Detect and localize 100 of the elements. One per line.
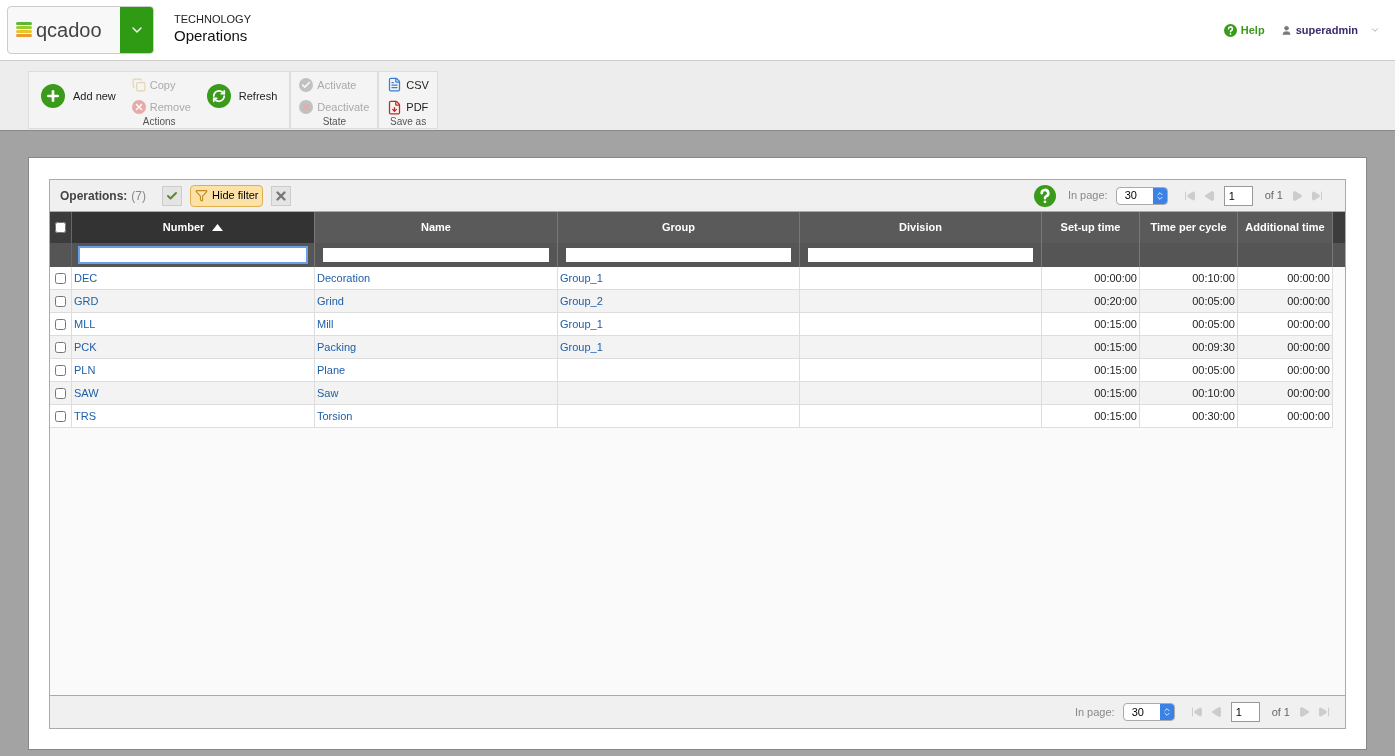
pdf-icon (387, 99, 403, 115)
cell-link[interactable]: Saw (317, 384, 339, 402)
row-checkbox[interactable] (55, 318, 66, 330)
logo-icon (16, 21, 32, 39)
column-header[interactable]: Division (800, 212, 1042, 243)
table-row[interactable]: SAW Saw 00:15:00 00:10:00 00:00:00 (50, 382, 1333, 405)
remove-icon (131, 100, 146, 115)
cell-link[interactable]: Grind (317, 292, 344, 310)
last-page-icon[interactable] (1318, 706, 1330, 718)
clear-button[interactable] (271, 185, 292, 206)
row-count: (7) (131, 187, 146, 205)
filter-field[interactable] (323, 248, 549, 262)
cell-link[interactable]: TRS (74, 407, 96, 425)
table-row[interactable]: PCK Packing Group_1 00:15:00 00:09:30 00:00:00 (50, 336, 1333, 359)
table-row[interactable]: MLL Mill Group_1 00:15:00 00:05:00 00:00:00 (50, 313, 1333, 336)
page-field[interactable]: 1 (1223, 185, 1253, 206)
table-cell-text: 00:15:00 (1094, 362, 1137, 378)
filter-field[interactable] (566, 248, 791, 262)
table-cell-text: 00:30:00 (1192, 408, 1235, 424)
last-page-icon[interactable] (1311, 189, 1323, 202)
table-cell-text: 00:00:00 (1094, 270, 1137, 286)
row-checkbox[interactable] (55, 364, 66, 376)
column-header[interactable]: Time per cycle (1140, 212, 1238, 243)
per-page-select[interactable]: 30 (1122, 703, 1175, 721)
first-page-icon[interactable] (1183, 189, 1196, 202)
cell-link[interactable]: PCK (74, 338, 97, 356)
table-cell-text: 00:00:00 (1287, 339, 1330, 355)
help-icon[interactable] (1223, 23, 1237, 37)
row-checkbox[interactable] (55, 387, 66, 399)
table-cell-text: 00:05:00 (1192, 316, 1235, 332)
group-label: Actions (142, 116, 176, 128)
table-row[interactable]: TRS Torsion 00:15:00 00:30:00 00:00:00 (50, 405, 1333, 428)
row-checkbox[interactable] (55, 272, 66, 284)
cell-link[interactable]: Decoration (317, 269, 371, 287)
next-page-icon[interactable] (1298, 706, 1310, 718)
next-page-icon[interactable] (1291, 189, 1303, 202)
row-checkbox[interactable] (55, 341, 66, 353)
toolbar-button[interactable]: Add new (37, 84, 120, 108)
copy-icon (131, 77, 146, 92)
table-row[interactable]: GRD Grind Group_2 00:20:00 00:05:00 00:00:00 (50, 290, 1333, 313)
table-cell-text: 00:00:00 (1287, 362, 1330, 378)
help-link[interactable]: Help (1223, 21, 1265, 39)
table-cell-text: 00:00:00 (1287, 316, 1330, 332)
filter-field[interactable] (80, 248, 306, 262)
toolbar-button[interactable]: PDF (387, 99, 429, 116)
deactivate-icon (299, 100, 314, 115)
cell-link[interactable]: DEC (74, 269, 98, 287)
page-count: of 1 (1264, 188, 1283, 204)
cell-link[interactable]: Packing (317, 338, 357, 356)
select-all-checkbox[interactable] (55, 222, 66, 233)
table-row[interactable]: DEC Decoration Group_1 00:00:00 00:10:00 00:00:00 (50, 267, 1333, 290)
first-page-icon[interactable] (1190, 706, 1203, 718)
plus-icon (41, 84, 65, 108)
column-header[interactable]: Additional time (1238, 212, 1333, 243)
table-row[interactable]: PLN Plane 00:15:00 00:05:00 00:00:00 (50, 359, 1333, 382)
table-cell-text: 00:00:00 (1287, 270, 1330, 286)
row-checkbox[interactable] (55, 295, 66, 307)
cell-link[interactable]: SAW (74, 384, 99, 402)
row-checkbox[interactable] (55, 410, 66, 422)
cell-link[interactable]: Torsion (317, 407, 353, 425)
previous-page-icon[interactable] (1210, 706, 1223, 718)
toolbar-button[interactable]: Refresh (202, 84, 282, 108)
cell-link[interactable]: Plane (317, 361, 346, 379)
help-icon[interactable] (1033, 184, 1056, 207)
chevron-icon (1370, 25, 1380, 35)
cell-link[interactable]: PLN (74, 361, 96, 379)
dropdown-icon (1154, 190, 1165, 201)
dropdown-icon (1161, 707, 1172, 717)
table-cell-text: 00:05:00 (1192, 362, 1235, 378)
cell-link[interactable]: Group_1 (560, 315, 603, 333)
table-cell-text: 00:10:00 (1192, 270, 1235, 286)
filter-icon (195, 189, 208, 202)
user-menu[interactable]: superadmin (1280, 21, 1380, 39)
column-header[interactable]: Group (558, 212, 800, 243)
column-header[interactable]: Name (315, 212, 558, 243)
column-header[interactable]: Number (72, 212, 315, 243)
toolbar-button[interactable]: CSV (387, 76, 429, 93)
filter-button[interactable]: Hide filter (190, 184, 264, 207)
cell-link[interactable]: Group_2 (560, 292, 603, 310)
previous-page-icon[interactable] (1203, 189, 1216, 202)
per-page-select[interactable]: 30 (1115, 186, 1168, 205)
menu-toggle[interactable] (120, 7, 153, 53)
document-icon (387, 77, 403, 93)
check-icon (166, 189, 178, 202)
table-cell-text: 00:10:00 (1192, 385, 1235, 401)
filter-field[interactable] (808, 248, 1033, 262)
cell-link[interactable]: Group_1 (560, 269, 603, 287)
table-cell-text: 00:09:30 (1192, 339, 1235, 355)
column-header[interactable]: Set-up time (1042, 212, 1140, 243)
toggle-button[interactable] (162, 185, 182, 206)
cell-link[interactable]: Mill (317, 315, 334, 333)
table-cell-text: 00:15:00 (1094, 408, 1137, 424)
refresh-icon (206, 84, 231, 108)
cell-link[interactable]: Group_1 (560, 338, 603, 356)
cell-link[interactable]: MLL (74, 315, 96, 333)
page-field[interactable]: 1 (1230, 702, 1260, 722)
table-cell-text: 00:20:00 (1094, 293, 1137, 309)
table-cell-text: 00:00:00 (1287, 293, 1330, 309)
cell-link[interactable]: GRD (74, 292, 99, 310)
table-cell-text: 00:15:00 (1094, 339, 1137, 355)
